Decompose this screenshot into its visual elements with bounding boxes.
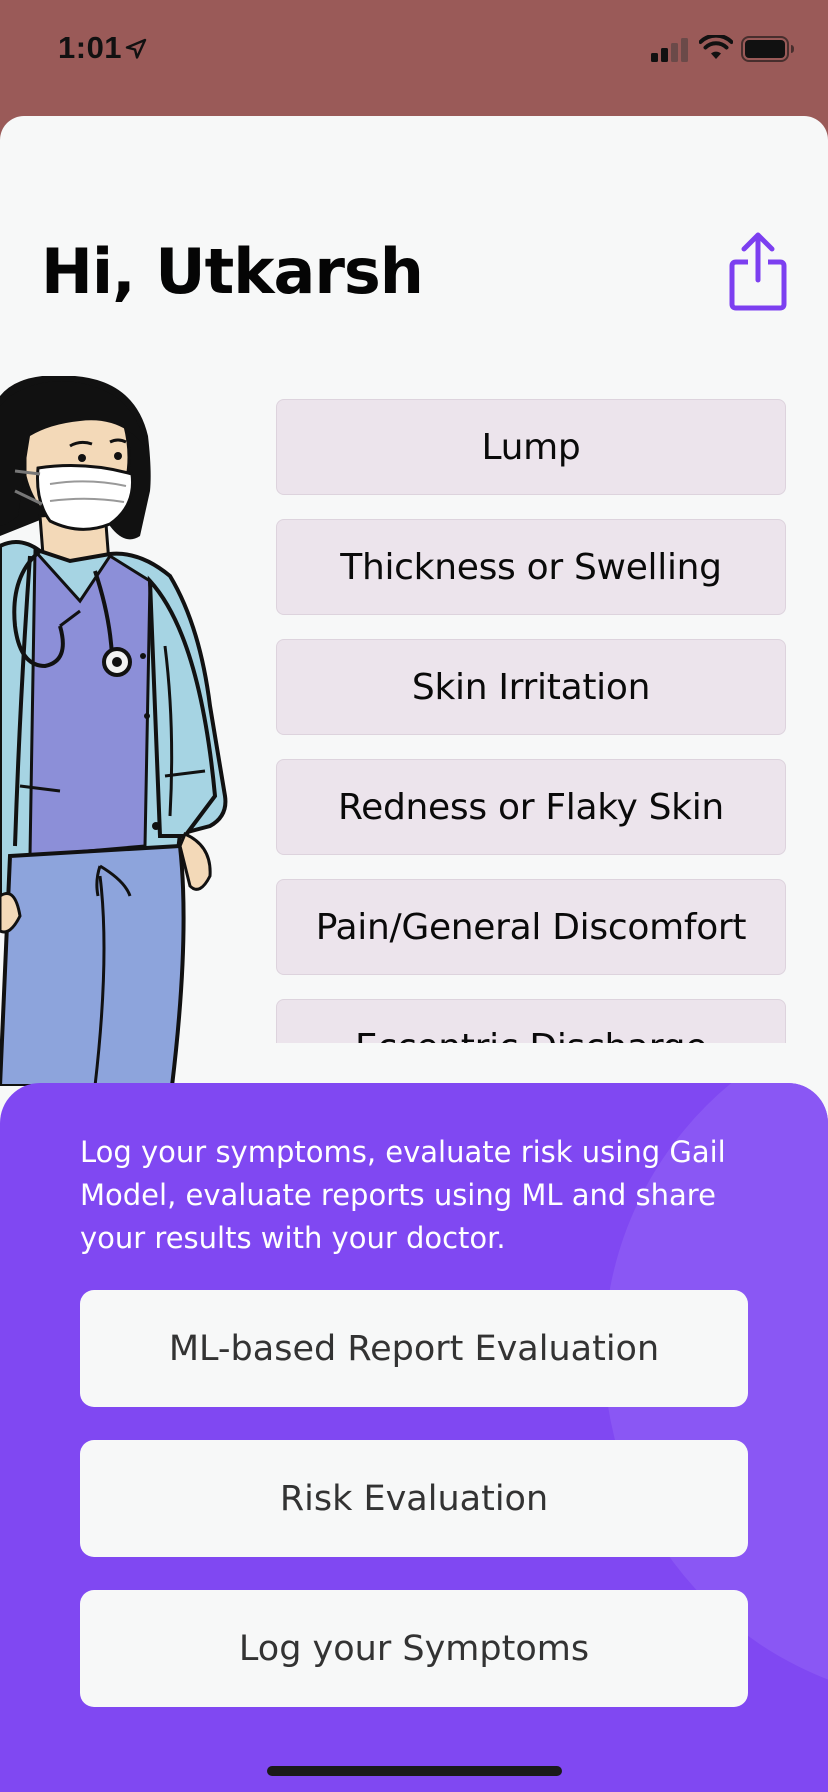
location-arrow-icon bbox=[125, 38, 147, 59]
status-time: 1:01 bbox=[58, 30, 123, 65]
home-indicator[interactable] bbox=[267, 1766, 562, 1776]
risk-evaluation-button[interactable]: Risk Evaluation bbox=[80, 1440, 748, 1557]
log-symptoms-button[interactable]: Log your Symptoms bbox=[80, 1590, 748, 1707]
battery-icon bbox=[741, 36, 794, 62]
action-panel: Log your symptoms, evaluate risk using G… bbox=[0, 1083, 828, 1792]
symptom-list[interactable]: Lump Thickness or Swelling Skin Irritati… bbox=[276, 397, 788, 1043]
panel-description: Log your symptoms, evaluate risk using G… bbox=[80, 1135, 726, 1255]
wifi-icon bbox=[699, 35, 733, 59]
cellular-signal-icon bbox=[651, 38, 688, 62]
symptom-item-lump[interactable]: Lump bbox=[276, 399, 786, 495]
page-title: Hi, Utkarsh bbox=[41, 235, 424, 308]
ml-report-evaluation-button[interactable]: ML-based Report Evaluation bbox=[80, 1290, 748, 1407]
share-button[interactable] bbox=[728, 230, 788, 312]
symptom-item-pain[interactable]: Pain/General Discomfort bbox=[276, 879, 786, 975]
symptom-item-redness[interactable]: Redness or Flaky Skin bbox=[276, 759, 786, 855]
share-icon bbox=[729, 232, 787, 311]
symptom-item-skin-irritation[interactable]: Skin Irritation bbox=[276, 639, 786, 735]
app-screen: 1:01 Hi, Utkarsh Lump Thickness or Swell… bbox=[0, 0, 828, 1792]
status-bar: 1:01 bbox=[0, 0, 828, 100]
doctor-illustration bbox=[0, 376, 228, 1086]
symptom-item-discharge[interactable]: Eccentric Discharge bbox=[276, 999, 786, 1043]
symptom-item-thickness[interactable]: Thickness or Swelling bbox=[276, 519, 786, 615]
